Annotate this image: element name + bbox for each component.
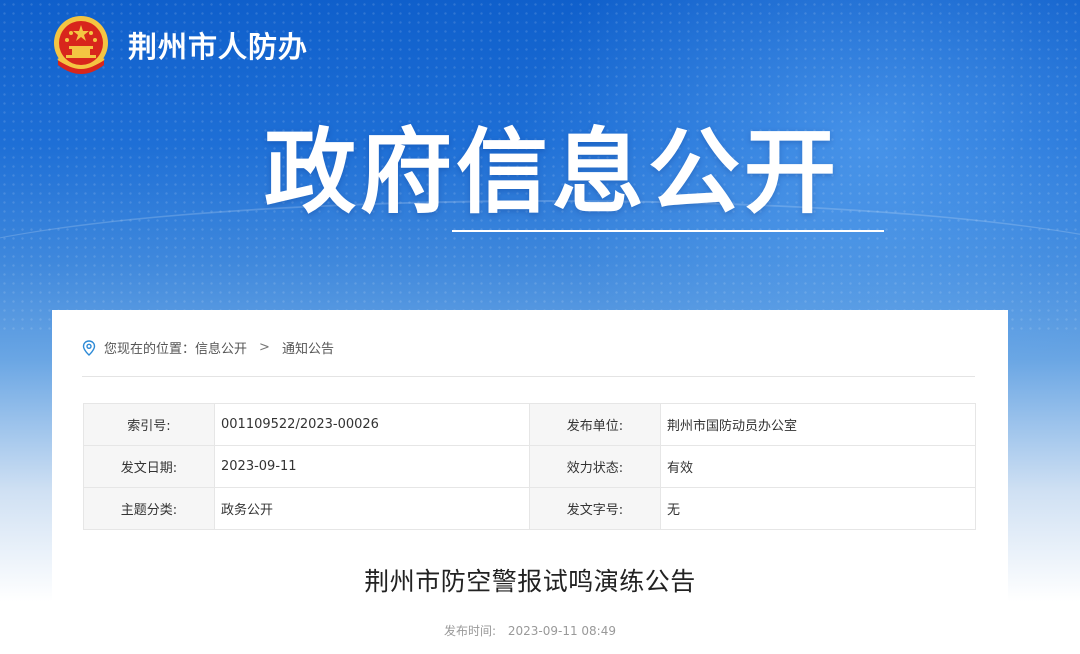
meta-value-doc-number: 无 xyxy=(660,487,976,530)
breadcrumb-item-info-disclosure[interactable]: 信息公开 xyxy=(195,338,247,357)
hero-title: 政府信息公开 xyxy=(264,119,841,226)
publish-time: 2023-09-11 08:49 xyxy=(507,624,616,638)
publish-info: 发布时间: 2023-09-11 08:49 xyxy=(52,622,1008,639)
meta-label-doc-number: 发文字号: xyxy=(529,487,661,530)
breadcrumb-divider xyxy=(82,376,975,377)
national-emblem-icon[interactable] xyxy=(50,13,112,77)
site-name[interactable]: 荆州市人防办 xyxy=(128,24,308,66)
meta-label-index: 索引号: xyxy=(83,403,215,446)
meta-label-publisher: 发布单位: xyxy=(529,403,661,446)
article-title: 荆州市防空警报试鸣演练公告 xyxy=(364,567,696,596)
table-row: 主题分类: 政务公开 发文字号: 无 xyxy=(83,487,976,530)
breadcrumb-item-notices[interactable]: 通知公告 xyxy=(282,338,334,357)
table-row: 索引号: 001109522/2023-00026 发布单位: 荆州市国防动员办… xyxy=(83,403,976,446)
location-pin-icon xyxy=(82,339,96,356)
breadcrumb: 您现在的位置： 信息公开 > 通知公告 xyxy=(82,338,334,357)
meta-value-issue-date: 2023-09-11 xyxy=(214,445,530,488)
meta-label-issue-date: 发文日期: xyxy=(83,445,215,488)
meta-value-index: 001109522/2023-00026 xyxy=(214,403,530,446)
breadcrumb-prefix: 您现在的位置： xyxy=(104,342,196,357)
meta-value-publisher: 荆州市国防动员办公室 xyxy=(660,403,976,446)
table-row: 发文日期: 2023-09-11 效力状态: 有效 xyxy=(83,445,976,488)
document-meta-table: 索引号: 001109522/2023-00026 发布单位: 荆州市国防动员办… xyxy=(83,403,976,530)
meta-value-validity: 有效 xyxy=(660,445,976,488)
content-card: 您现在的位置： 信息公开 > 通知公告 索引号: 001109522/2023-… xyxy=(52,310,1008,654)
meta-label-validity: 效力状态: xyxy=(529,445,661,488)
publish-label: 发布时间: xyxy=(443,624,497,638)
breadcrumb-separator: > xyxy=(259,340,270,355)
hero-underline xyxy=(452,230,884,232)
meta-value-category: 政务公开 xyxy=(214,487,530,530)
meta-label-category: 主题分类: xyxy=(83,487,215,530)
